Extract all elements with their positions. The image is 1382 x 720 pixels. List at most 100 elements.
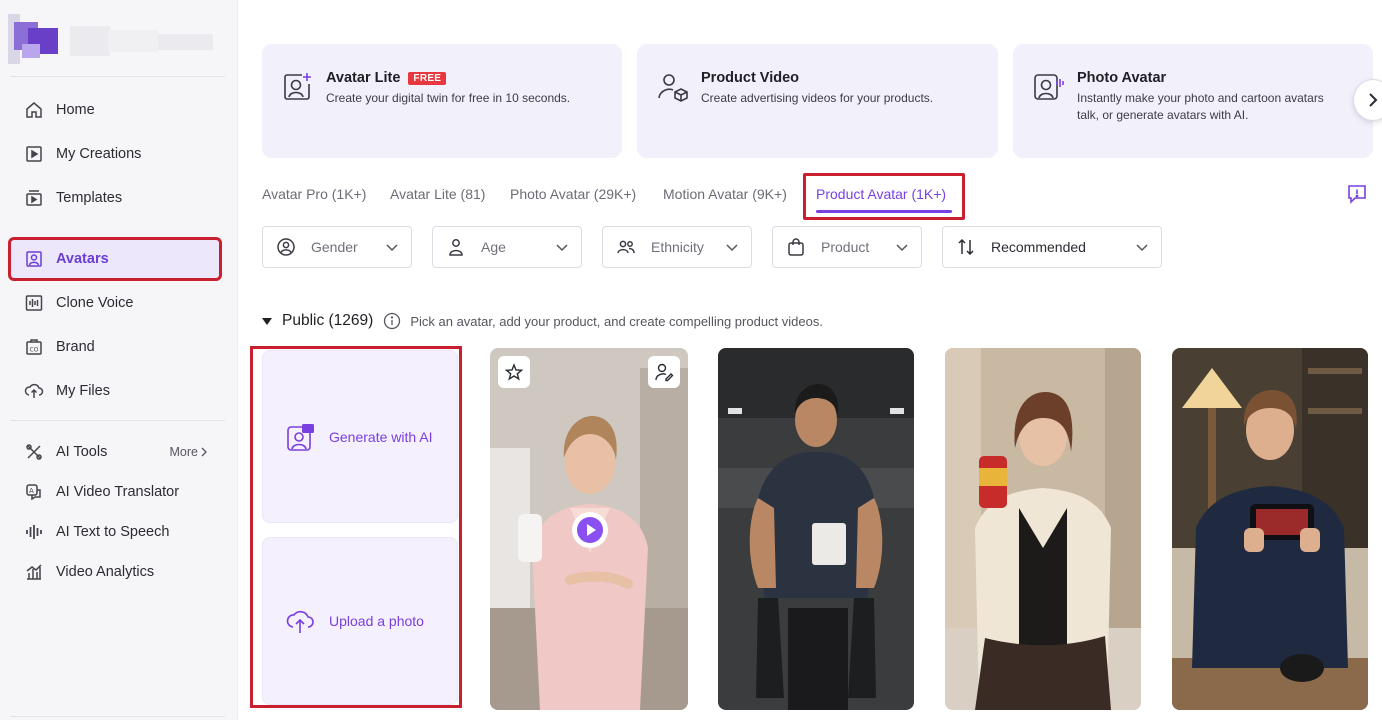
feature-title-text: Photo Avatar	[1077, 70, 1167, 86]
sort-dropdown[interactable]: Recommended	[942, 226, 1162, 268]
product-filter[interactable]: Product	[772, 226, 922, 268]
sidebar-item-templates[interactable]: Templates	[10, 178, 220, 218]
gender-filter[interactable]: Gender	[262, 226, 412, 268]
ethnicity-filter-label: Ethnicity	[651, 239, 704, 255]
audio-bars-icon	[24, 522, 44, 542]
tab-avatar-pro[interactable]: Avatar Pro (1K+)	[262, 186, 366, 202]
age-filter-label: Age	[481, 239, 506, 255]
sidebar-item-avatars[interactable]: Avatars	[8, 237, 222, 281]
star-icon	[505, 363, 523, 381]
sidebar-item-label: AI Tools	[56, 444, 108, 460]
sidebar-item-ai-video-translator[interactable]: A AI Video Translator	[10, 472, 220, 512]
sidebar-item-home[interactable]: Home	[10, 90, 220, 130]
sidebar-item-label: AI Text to Speech	[56, 524, 170, 540]
sidebar-item-label: Brand	[56, 339, 95, 355]
feature-card-avatar-lite[interactable]: Avatar Lite FREE Create your digital twi…	[262, 44, 622, 158]
templates-icon	[24, 188, 44, 208]
sort-label: Recommended	[991, 239, 1086, 255]
user-edit-icon	[655, 363, 674, 382]
feature-desc: Instantly make your photo and cartoon av…	[1077, 91, 1324, 122]
chevron-down-icon	[556, 244, 568, 252]
feature-card-photo-avatar[interactable]: Photo Avatar Instantly make your photo a…	[1013, 44, 1373, 158]
sidebar-item-label: AI Video Translator	[56, 484, 180, 500]
people-icon	[615, 236, 637, 258]
sidebar-item-ai-text-to-speech[interactable]: AI Text to Speech	[10, 512, 220, 552]
brand-logo[interactable]	[8, 14, 218, 64]
play-button[interactable]	[572, 512, 608, 548]
sidebar-item-clone-voice[interactable]: Clone Voice	[10, 283, 220, 323]
sidebar-item-label: Home	[56, 102, 95, 118]
svg-text:CO: CO	[30, 347, 39, 354]
product-filter-label: Product	[821, 239, 870, 255]
chevron-down-icon	[1136, 244, 1148, 252]
feature-desc: Create advertising videos for your produ…	[701, 91, 934, 105]
avatar-card[interactable]	[490, 348, 688, 710]
play-icon	[577, 517, 603, 543]
home-icon	[24, 100, 44, 120]
sidebar-item-label: My Files	[56, 383, 110, 399]
sidebar-item-label: Templates	[56, 190, 123, 206]
gender-filter-label: Gender	[311, 239, 358, 255]
avatar-card[interactable]	[1172, 348, 1368, 710]
sidebar-item-video-analytics[interactable]: Video Analytics	[10, 552, 220, 592]
person-box-icon	[658, 74, 688, 102]
avatar-card[interactable]	[945, 348, 1141, 710]
sidebar-item-my-creations[interactable]: My Creations	[10, 134, 220, 174]
feature-title: Product Video	[701, 70, 933, 86]
photo-avatar-icon	[1034, 74, 1064, 100]
avatar-photo-woman-can	[945, 348, 1141, 710]
collapse-triangle-icon[interactable]	[262, 317, 272, 325]
feature-title-text: Product Video	[701, 70, 800, 86]
sort-arrows-icon	[955, 236, 977, 258]
section-title: Public (1269)	[282, 312, 374, 329]
tab-motion-avatar[interactable]: Motion Avatar (9K+)	[663, 186, 787, 202]
chevron-down-icon	[726, 244, 738, 252]
sidebar-item-label: Clone Voice	[56, 295, 134, 311]
feature-card-product-video[interactable]: Product Video Create advertising videos …	[637, 44, 998, 158]
avatar-plus-icon	[284, 73, 311, 100]
chevron-right-icon	[201, 447, 207, 457]
chevron-down-icon	[896, 244, 908, 252]
feedback-icon[interactable]	[1346, 183, 1368, 205]
sidebar-item-brand[interactable]: CO Brand	[10, 327, 220, 367]
more-label: More	[169, 445, 198, 459]
tab-avatar-lite[interactable]: Avatar Lite (81)	[390, 186, 485, 202]
free-badge: FREE	[408, 71, 447, 85]
feature-title-text: Avatar Lite	[326, 70, 401, 86]
translate-icon: A	[24, 482, 44, 502]
highlight-box-tab	[803, 173, 965, 220]
app-root: Home My Creations Templates Avatars Clon…	[0, 0, 1382, 720]
feature-desc: Create your digital twin for free in 10 …	[326, 91, 571, 105]
edit-avatar-button[interactable]	[648, 356, 680, 388]
play-square-icon	[24, 144, 44, 164]
avatar-card[interactable]	[718, 348, 914, 710]
tab-photo-avatar[interactable]: Photo Avatar (29K+)	[510, 186, 636, 202]
sidebar-item-my-files[interactable]: My Files	[10, 371, 220, 411]
sidebar-item-label: Avatars	[56, 251, 109, 267]
chevron-right-icon	[1369, 93, 1378, 107]
avatar-icon	[24, 249, 44, 269]
analytics-icon	[24, 562, 44, 582]
ethnicity-filter[interactable]: Ethnicity	[602, 226, 752, 268]
section-header[interactable]: Public (1269) Pick an avatar, add your p…	[262, 312, 823, 330]
sidebar: Home My Creations Templates Avatars Clon…	[0, 0, 238, 720]
feature-title: Avatar Lite FREE	[326, 70, 570, 86]
sidebar-item-label: Video Analytics	[56, 564, 155, 580]
chevron-down-icon	[386, 244, 398, 252]
gender-icon	[275, 236, 297, 258]
highlight-box-create	[250, 346, 462, 708]
brand-icon: CO	[24, 337, 44, 357]
sidebar-divider	[10, 716, 225, 717]
feature-title: Photo Avatar	[1077, 70, 1347, 86]
upload-cloud-icon	[24, 381, 44, 401]
more-link[interactable]: More	[170, 445, 208, 459]
info-icon[interactable]	[383, 312, 401, 330]
sidebar-item-label: My Creations	[56, 146, 142, 162]
waveform-icon	[24, 293, 44, 313]
sidebar-divider	[10, 420, 225, 421]
shopping-bag-icon	[785, 236, 807, 258]
favorite-button[interactable]	[498, 356, 530, 388]
age-icon	[445, 236, 467, 258]
sidebar-item-ai-tools[interactable]: AI Tools More	[10, 432, 220, 472]
age-filter[interactable]: Age	[432, 226, 582, 268]
